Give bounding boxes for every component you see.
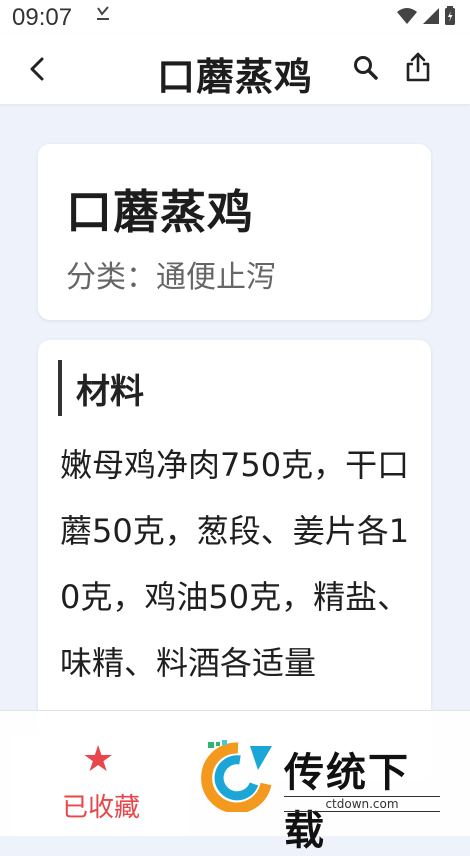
battery-icon: [444, 6, 456, 30]
status-bar: 09:07: [0, 0, 470, 34]
watermark-logo: 传统下载 ctdown.com: [200, 740, 450, 854]
wifi-icon: [396, 7, 418, 29]
materials-heading: 材料: [76, 372, 144, 412]
favorite-button[interactable]: ★ 已收藏: [10, 735, 190, 835]
page-title: 口蘑蒸鸡: [156, 55, 313, 99]
download-status-icon: [96, 6, 110, 24]
star-icon: ★: [82, 739, 115, 780]
materials-text: 嫩母鸡净肉750克，干口蘑50克，葱段、姜片各10克，鸡油50克，精盐、味精、料…: [60, 446, 410, 682]
search-button[interactable]: [350, 54, 382, 86]
status-icons: [396, 6, 456, 30]
nav-bar: 口蘑蒸鸡: [0, 34, 470, 104]
status-time: 09:07: [12, 4, 73, 31]
favorite-label: 已收藏: [62, 793, 141, 823]
section-accent-bar: [58, 360, 62, 416]
search-icon: [353, 55, 379, 85]
recipe-title-card: 口蘑蒸鸡 分类：通便止泻: [38, 144, 431, 320]
watermark-site: ctdown.com: [284, 796, 440, 812]
recipe-title: 口蘑蒸鸡: [66, 185, 254, 239]
share-button[interactable]: [402, 52, 434, 86]
share-icon: [405, 52, 431, 86]
watermark-icon: [201, 740, 272, 812]
signal-icon: [422, 7, 440, 29]
recipe-category: 分类：通便止泻: [66, 260, 276, 295]
